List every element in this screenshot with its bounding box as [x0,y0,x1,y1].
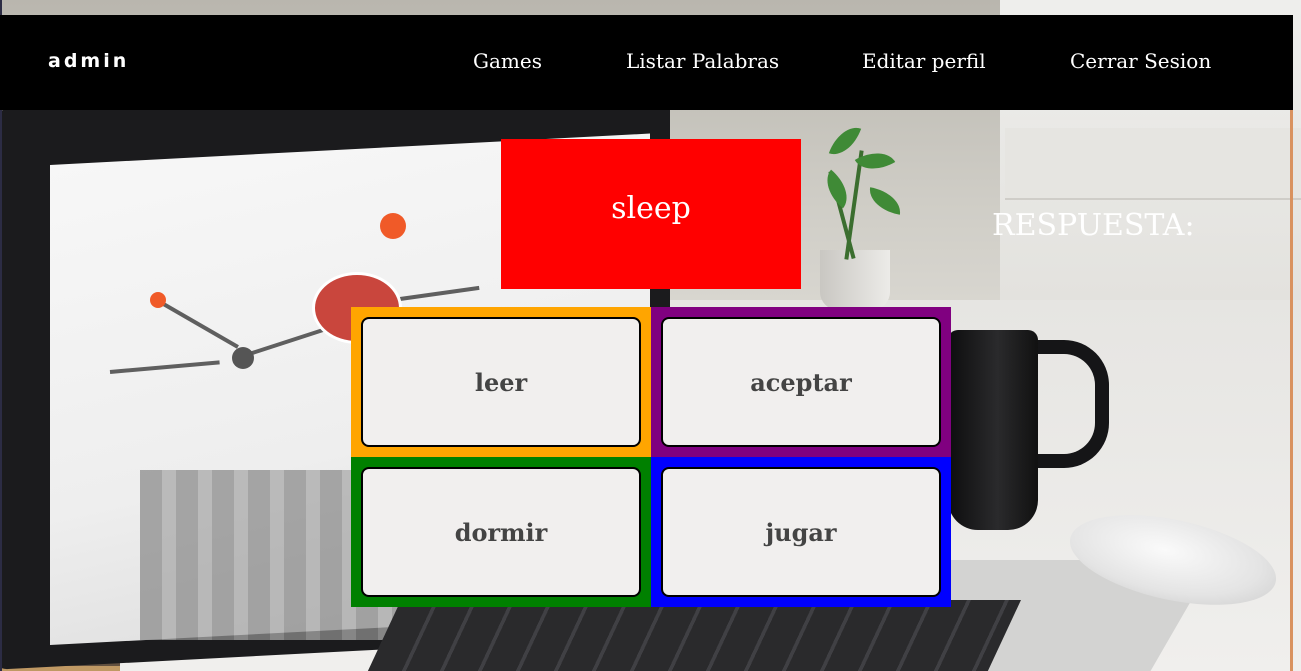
option-button-leer[interactable]: leer [361,317,641,447]
option-frame-purple: aceptar [651,307,951,457]
option-button-dormir[interactable]: dormir [361,467,641,597]
option-frame-orange: leer [351,307,651,457]
answer-options-grid: leer aceptar dormir jugar [351,307,951,607]
brand-username[interactable]: admin [48,15,129,110]
nav-link-cerrar-sesion[interactable]: Cerrar Sesion [1070,15,1211,110]
option-button-jugar[interactable]: jugar [661,467,941,597]
nav-link-games[interactable]: Games [473,15,542,110]
option-frame-blue: jugar [651,457,951,607]
option-button-aceptar[interactable]: aceptar [661,317,941,447]
prompt-word-card: sleep [501,139,801,289]
top-navbar: admin Games Listar Palabras Editar perfi… [0,15,1293,110]
nav-link-listar-palabras[interactable]: Listar Palabras [626,15,779,110]
answer-label: RESPUESTA: [992,208,1195,243]
nav-link-editar-perfil[interactable]: Editar perfil [862,15,986,110]
option-frame-green: dormir [351,457,651,607]
